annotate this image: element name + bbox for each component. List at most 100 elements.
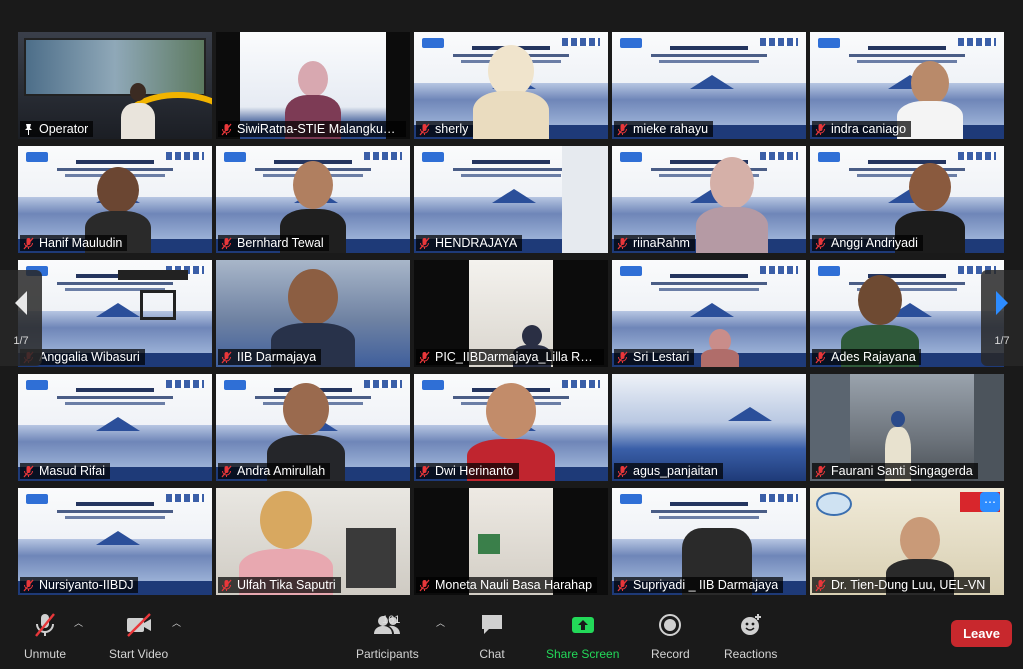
meeting-toolbar: Unmute ︿ Start Video ︿ 161 Participants … <box>0 606 1023 669</box>
microphone-muted-icon <box>617 123 628 136</box>
participant-name: sherly <box>435 122 469 136</box>
participant-name-bar: Operator <box>20 121 94 137</box>
microphone-muted-icon <box>617 237 628 250</box>
video-tile[interactable]: riinaRahm <box>612 146 806 253</box>
participant-name-bar: Anggi Andriyadi <box>812 235 923 251</box>
microphone-muted-icon <box>419 465 430 478</box>
microphone-muted-icon <box>23 465 34 478</box>
video-tile[interactable]: Supriyadi _ IIB Darmajaya <box>612 488 806 595</box>
leave-button[interactable]: Leave <box>951 620 1012 647</box>
microphone-muted-icon <box>419 579 430 592</box>
participant-name-bar: Moneta Nauli Basa Harahap <box>416 577 598 593</box>
microphone-muted-icon <box>617 465 628 478</box>
video-tile[interactable]: Operator <box>18 32 212 139</box>
participant-name-bar: Bernhard Tewal <box>218 235 329 251</box>
chevron-right-icon <box>994 290 1010 321</box>
participant-name: Nursiyanto-IIBDJ <box>39 578 134 592</box>
chat-icon <box>479 612 505 643</box>
pin-icon <box>23 123 34 136</box>
next-page-button[interactable]: 1/7 <box>981 270 1023 366</box>
participant-name: Bernhard Tewal <box>237 236 324 250</box>
video-tile[interactable]: IIB Darmajaya <box>216 260 410 367</box>
microphone-muted-icon <box>221 351 232 364</box>
chevron-left-icon <box>13 290 29 321</box>
page-indicator: 1/7 <box>994 334 1010 347</box>
start-video-label: Start Video <box>109 647 169 661</box>
record-icon <box>657 612 683 643</box>
participant-name-bar: Andra Amirullah <box>218 463 331 479</box>
participant-name: indra caniago <box>831 122 907 136</box>
participant-name-bar: Dwi Herinanto <box>416 463 519 479</box>
video-tile[interactable]: ⋯ Dr. Tien-Dung Luu, UEL-VN <box>810 488 1004 595</box>
share-screen-label: Share Screen <box>546 647 620 661</box>
participant-name: Faurani Santi Singagerda <box>831 464 973 478</box>
video-tile[interactable]: indra caniago <box>810 32 1004 139</box>
video-tile[interactable]: sherly <box>414 32 608 139</box>
video-gallery: Operator SiwiRatna-STIE Malangkucecwara … <box>0 0 1023 606</box>
video-tile[interactable]: Anggi Andriyadi <box>810 146 1004 253</box>
participant-name-bar: Ulfah Tika Saputri <box>218 577 341 593</box>
participant-name: HENDRAJAYA <box>435 236 518 250</box>
participant-name: Sri Lestari <box>633 350 690 364</box>
microphone-muted-icon <box>221 465 232 478</box>
participant-name-bar: Nursiyanto-IIBDJ <box>20 577 139 593</box>
participant-name-bar: IIB Darmajaya <box>218 349 322 365</box>
participants-options-caret[interactable]: ︿ <box>436 616 445 629</box>
video-tile[interactable]: SiwiRatna-STIE Malangkucecwara <box>216 32 410 139</box>
video-tile[interactable]: mieke rahayu <box>612 32 806 139</box>
video-tile[interactable]: Sri Lestari <box>612 260 806 367</box>
microphone-muted-icon <box>221 237 232 250</box>
chat-button[interactable]: Chat <box>479 612 505 661</box>
participant-name-bar: Faurani Santi Singagerda <box>812 463 978 479</box>
video-tile[interactable]: Anggalia Wibasuri <box>18 260 212 367</box>
participant-name-bar: Masud Rifai <box>20 463 110 479</box>
participant-name-bar: Ades Rajayana <box>812 349 921 365</box>
microphone-muted-icon <box>617 579 628 592</box>
audio-options-caret[interactable]: ︿ <box>74 616 83 629</box>
video-tile[interactable]: Ades Rajayana <box>810 260 1004 367</box>
microphone-muted-icon <box>221 579 232 592</box>
participant-name: PIC_IIBDarmajaya_Lilla Rahmawati <box>435 350 599 364</box>
video-tile[interactable]: PIC_IIBDarmajaya_Lilla Rahmawati <box>414 260 608 367</box>
participant-name: Masud Rifai <box>39 464 105 478</box>
participant-name: IIB Darmajaya <box>237 350 317 364</box>
participant-name: SiwiRatna-STIE Malangkucecwara <box>237 122 401 136</box>
share-screen-button[interactable]: Share Screen <box>546 612 619 661</box>
more-options-button[interactable]: ⋯ <box>980 492 1000 512</box>
microphone-muted-icon <box>23 579 34 592</box>
video-tile[interactable]: agus_panjaitan <box>612 374 806 481</box>
video-grid: Operator SiwiRatna-STIE Malangkucecwara … <box>18 32 1006 598</box>
video-tile[interactable]: HENDRAJAYA <box>414 146 608 253</box>
video-tile[interactable]: Moneta Nauli Basa Harahap <box>414 488 608 595</box>
participant-name: Dwi Herinanto <box>435 464 514 478</box>
video-tile[interactable]: Bernhard Tewal <box>216 146 410 253</box>
participant-name-bar: Sri Lestari <box>614 349 695 365</box>
video-tile[interactable]: Masud Rifai <box>18 374 212 481</box>
previous-page-button[interactable]: 1/7 <box>0 270 42 366</box>
video-tile[interactable]: Ulfah Tika Saputri <box>216 488 410 595</box>
video-tile[interactable]: Nursiyanto-IIBDJ <box>18 488 212 595</box>
participant-name: Andra Amirullah <box>237 464 326 478</box>
reactions-icon <box>738 612 764 643</box>
video-tile[interactable]: Faurani Santi Singagerda <box>810 374 1004 481</box>
participant-name-bar: SiwiRatna-STIE Malangkucecwara <box>218 121 406 137</box>
video-tile[interactable]: Hanif Mauludin <box>18 146 212 253</box>
video-tile[interactable]: Andra Amirullah <box>216 374 410 481</box>
record-label: Record <box>651 647 690 661</box>
video-options-caret[interactable]: ︿ <box>172 616 181 629</box>
unmute-button[interactable]: Unmute <box>24 612 66 661</box>
participant-name: Hanif Mauludin <box>39 236 123 250</box>
microphone-muted-icon <box>23 237 34 250</box>
microphone-muted-icon <box>419 237 430 250</box>
video-tile[interactable]: Dwi Herinanto <box>414 374 608 481</box>
start-video-button[interactable]: Start Video <box>109 612 168 661</box>
microphone-muted-icon <box>815 237 826 250</box>
participant-name-bar: HENDRAJAYA <box>416 235 523 251</box>
chat-label: Chat <box>479 647 505 661</box>
record-button[interactable]: Record <box>651 612 690 661</box>
reactions-button[interactable]: Reactions <box>724 612 777 661</box>
microphone-muted-icon <box>221 123 232 136</box>
participant-name: Ulfah Tika Saputri <box>237 578 336 592</box>
microphone-muted-icon <box>815 465 826 478</box>
participants-button[interactable]: 161 Participants <box>356 612 419 661</box>
